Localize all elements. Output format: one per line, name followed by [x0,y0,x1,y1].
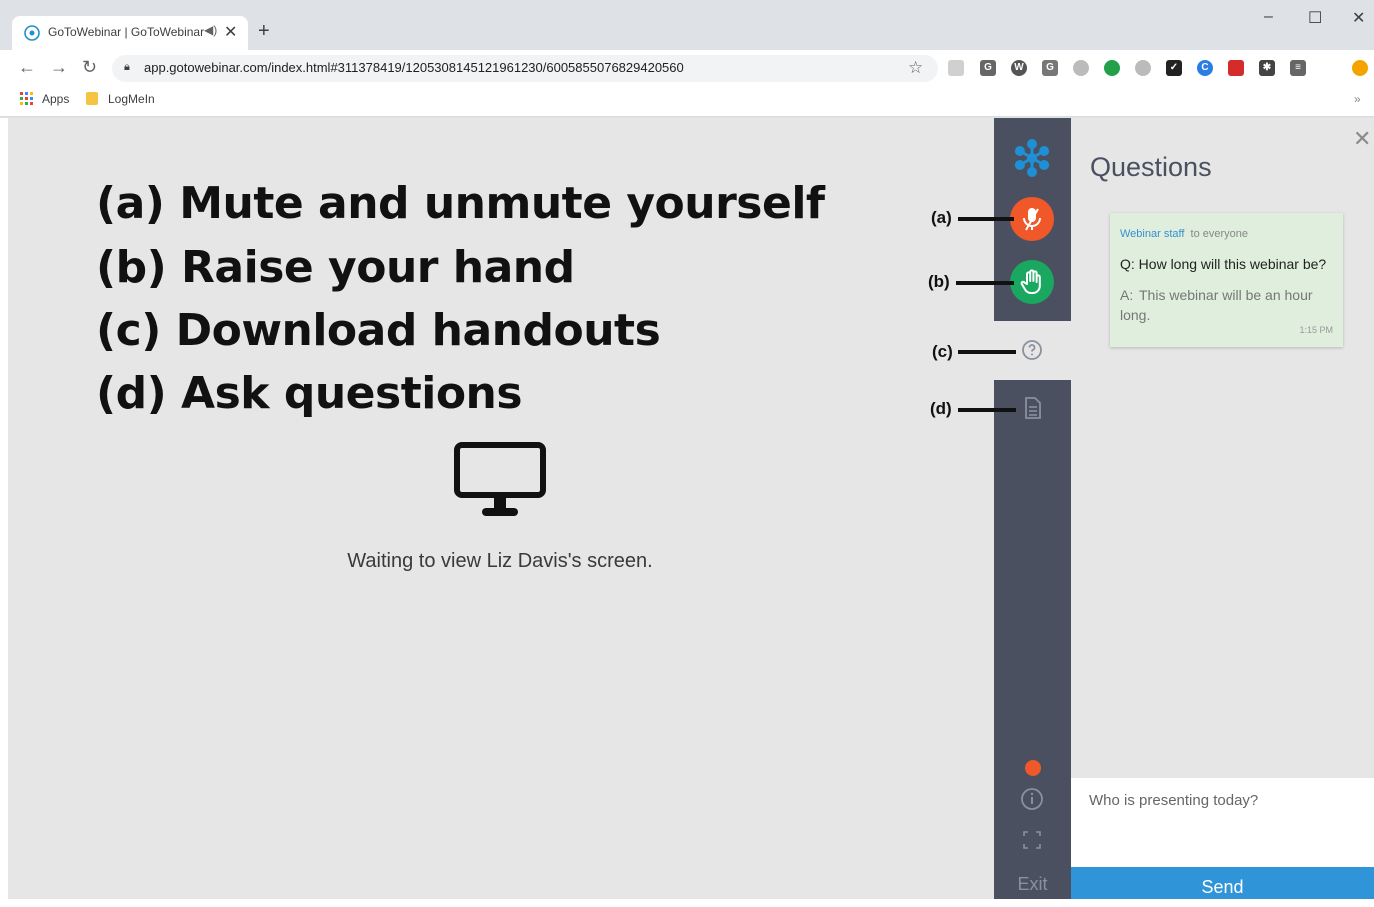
marker-d-line [958,408,1016,412]
answer-text: This webinar will be an hour long. [1120,287,1313,323]
hand-icon [1020,269,1041,294]
questions-title: Questions [1090,152,1212,182]
profile-icon[interactable] [1352,60,1368,76]
marker-d: (d) [930,399,952,418]
question-timestamp: 1:15 PM [1299,325,1333,335]
question-card: Webinar staff to everyone Q: How long wi… [1110,213,1343,347]
question-input[interactable] [1089,792,1349,809]
back-icon[interactable]: ← [18,57,36,78]
extension-c-icon[interactable]: C [1197,60,1213,76]
close-panel-icon[interactable]: ✕ [1353,126,1371,152]
gotowebinar-logo-icon [1014,139,1050,177]
apps-grid-icon[interactable] [20,92,34,106]
tab-title: GoToWebinar | GoToWebinar [48,25,205,39]
feature-label-mute: (a) Mute and unmute yourself [96,178,825,229]
lock-icon[interactable]: 🔒︎ [124,61,130,74]
info-icon[interactable] [1020,787,1044,811]
forward-icon[interactable]: → [50,57,68,78]
mute-toggle-button[interactable] [1010,197,1054,241]
extension-g2-icon[interactable]: G [1042,60,1058,76]
marker-a-line [958,217,1014,221]
extension-hex-icon[interactable] [1135,60,1151,76]
waiting-message: Waiting to view Liz Davis's screen. [347,550,653,572]
extension-g-icon[interactable]: G [980,60,996,76]
window-close-button[interactable]: ✕ [1352,8,1365,28]
tab-close-icon[interactable]: ✕ [224,22,237,42]
marker-b-line [956,281,1014,285]
answer-line: A: This webinar will be an hour long. [1120,285,1320,325]
bookmarks-bar [0,86,1374,117]
answer-a-label: A: [1120,287,1134,303]
reload-icon[interactable]: ↻ [82,57,97,78]
extension-gear-icon[interactable] [1073,60,1089,76]
question-input-area [1071,778,1374,867]
microphone-muted-icon [1023,208,1041,231]
new-tab-button[interactable]: + [258,20,270,43]
status-dot [1025,760,1041,776]
reading-list-icon[interactable]: ≡ [1290,60,1306,76]
handout-document-icon[interactable] [1022,396,1044,420]
question-text: How long will this webinar be? [1138,256,1327,272]
raise-hand-button[interactable] [1010,260,1054,304]
bookmark-logmein[interactable]: LogMeIn [108,92,155,106]
folder-icon [86,92,98,105]
bookmarks-overflow-icon[interactable]: » [1354,92,1361,106]
bookmark-star-icon[interactable]: ☆ [908,58,923,78]
extension-check-icon[interactable]: ✓ [1166,60,1182,76]
feature-label-questions: (d) Ask questions [96,368,523,419]
fullscreen-icon[interactable] [1022,830,1042,850]
minimize-button[interactable]: – [1264,8,1273,26]
question-q-label: Q: [1120,256,1135,272]
question-recipient: to everyone [1190,228,1249,240]
question-meta: Webinar staff to everyone [1120,228,1248,240]
gotowebinar-favicon-icon [24,25,40,41]
feature-label-raise-hand: (b) Raise your hand [96,242,575,293]
feature-label-handouts: (c) Download handouts [96,305,661,356]
marker-c: (c) [932,342,953,361]
extension-w-icon[interactable]: W [1011,60,1027,76]
extension-green-icon[interactable] [1104,60,1120,76]
bookmark-apps[interactable]: Apps [42,92,69,106]
question-line: Q: How long will this webinar be? [1120,256,1326,272]
extension-red-icon[interactable] [1228,60,1244,76]
maximize-button[interactable]: ☐ [1308,8,1322,28]
extension-icon[interactable] [948,60,964,76]
monitor-icon [454,442,546,516]
browser-tab[interactable]: GoToWebinar | GoToWebinar ◀) ✕ [12,16,248,50]
url-text[interactable]: app.gotowebinar.com/index.html#311378419… [144,60,684,75]
extensions-puzzle-icon[interactable]: ✱ [1259,60,1275,76]
question-sender: Webinar staff [1120,228,1185,240]
control-rail-bottom [994,380,1071,899]
question-help-icon[interactable] [1020,338,1044,362]
marker-c-line [958,350,1016,354]
speaker-mute-icon[interactable]: ◀) [204,23,217,37]
send-button[interactable]: Send [1071,867,1374,899]
marker-a: (a) [931,208,952,227]
exit-button[interactable]: Exit [994,874,1071,895]
marker-b: (b) [928,272,950,291]
